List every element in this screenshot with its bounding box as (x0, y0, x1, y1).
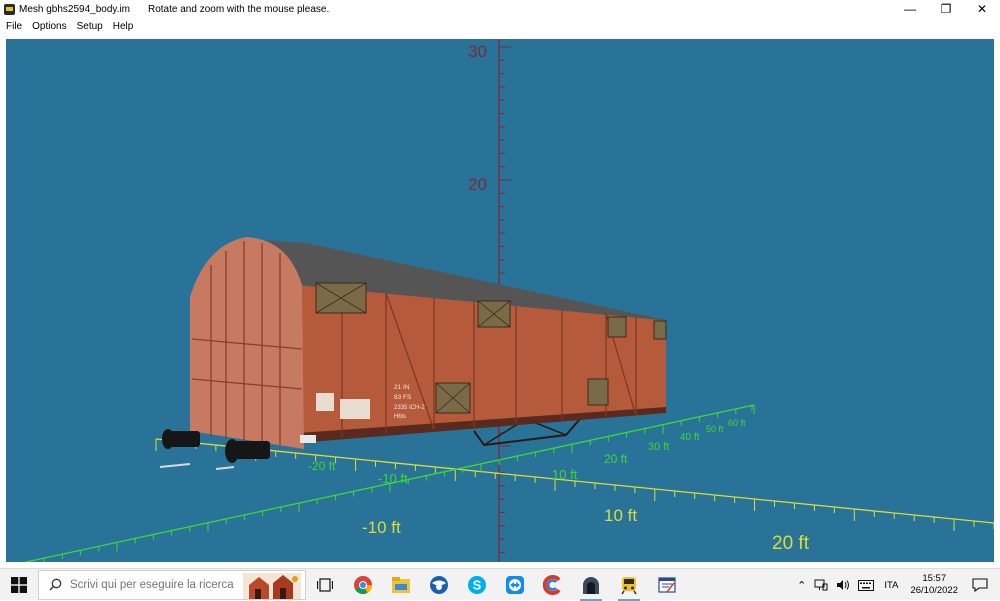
teamviewer-icon (506, 575, 524, 594)
skype-icon: S (468, 575, 486, 594)
taskbar-ccleaner[interactable] (534, 569, 572, 601)
clock-time: 15:57 (922, 573, 947, 584)
minimize-icon: — (904, 2, 916, 16)
wagon-end-face (190, 237, 304, 449)
menu-file[interactable]: File (0, 21, 27, 32)
far-axis-end-marker: y (750, 402, 754, 411)
search-highlight-art-icon (243, 572, 301, 599)
close-icon: ✕ (976, 2, 988, 16)
taskbar-search[interactable] (38, 569, 306, 600)
folder-icon (392, 576, 410, 593)
globe-app-icon (430, 575, 448, 594)
network-icon[interactable] (814, 579, 828, 591)
wagon-marking-3: 2335 ICH-2 (394, 405, 425, 411)
tunnel-app-icon (583, 576, 599, 594)
title-bar: Mesh gbhs2594_body.im Rotate and zoom wi… (0, 0, 1000, 18)
language-indicator[interactable]: ITA (884, 580, 898, 591)
taskbar-editor[interactable] (648, 569, 686, 601)
wagon-marking-4: Hbis (394, 414, 406, 420)
near-label-minus10: -10 ft (362, 518, 401, 537)
far-label-minus10: -10 ft (378, 471, 408, 486)
taskbar-skype[interactable]: S (458, 569, 496, 601)
notification-icon[interactable] (972, 578, 988, 592)
wagon-marking-1: 21 IN (394, 384, 410, 391)
vertical-label-20: 20 (468, 175, 487, 194)
far-label-40: 40 ft (680, 432, 700, 443)
taskbar-mesh-viewer[interactable] (610, 569, 648, 601)
task-view-icon (317, 577, 333, 592)
chevron-up-icon[interactable]: ⌃ (797, 579, 806, 592)
far-label-10: 10 ft (552, 467, 578, 482)
app-icon (4, 3, 15, 15)
far-label-20: 20 ft (604, 452, 628, 466)
near-label-10: 10 ft (604, 506, 637, 525)
taskbar-chrome[interactable] (344, 569, 382, 601)
scene-svg: 30 20 -10 ft 10 ft 20 ft -20 ft -10 ft 1… (25, 39, 994, 562)
taskbar-teamviewer[interactable] (496, 569, 534, 601)
keyboard-icon[interactable] (858, 579, 875, 591)
clock-date: 26/10/2022 (910, 585, 958, 596)
taskbar-app-ball[interactable] (420, 569, 458, 601)
windows-logo-icon (11, 576, 27, 593)
freight-wagon-model: 21 IN 83 FS 2335 ICH-2 Hbis (159, 237, 670, 470)
vertical-label-30: 30 (468, 42, 487, 61)
ccleaner-icon (543, 574, 561, 595)
near-label-20: 20 ft (772, 533, 810, 554)
clock[interactable]: 15:57 26/10/2022 (910, 573, 958, 597)
mesh-viewport[interactable]: 30 20 -10 ft 10 ft 20 ft -20 ft -10 ft 1… (6, 39, 994, 562)
chrome-icon (354, 575, 372, 594)
window-title: Mesh gbhs2594_body.im (19, 3, 130, 15)
menu-options[interactable]: Options (27, 21, 71, 32)
train-app-icon (621, 576, 637, 594)
minimize-button[interactable]: — (892, 0, 928, 18)
far-label-30: 30 ft (648, 441, 669, 453)
system-tray: ⌃ ITA 15:57 26/10/2022 (793, 569, 1000, 601)
menu-help[interactable]: Help (108, 21, 139, 32)
menu-setup[interactable]: Setup (72, 21, 108, 32)
far-label-minus20: -20 ft (308, 459, 336, 473)
restore-icon: ❐ (940, 2, 952, 16)
window-controls: — ❐ ✕ (892, 0, 1000, 18)
editor-app-icon (658, 576, 676, 593)
close-button[interactable]: ✕ (964, 0, 1000, 18)
svg-text:S: S (473, 577, 482, 592)
taskbar: Scrivi qui per eseguire la ricerca S ⌃ I… (0, 568, 1000, 601)
speaker-icon[interactable] (836, 579, 850, 591)
search-input[interactable] (70, 578, 240, 591)
taskbar-file-explorer[interactable] (382, 569, 420, 601)
start-button[interactable] (0, 569, 38, 601)
window-hint: Rotate and zoom with the mouse please. (148, 3, 330, 15)
wagon-marking-2: 83 FS (394, 394, 412, 401)
far-label-60: 60 ft (728, 418, 746, 428)
taskbar-tunnel-app[interactable] (572, 569, 610, 601)
search-icon (49, 578, 62, 591)
far-label-50: 50 ft (706, 424, 724, 434)
menu-bar: File Options Setup Help (0, 18, 1000, 34)
task-view-button[interactable] (306, 569, 344, 601)
restore-button[interactable]: ❐ (928, 0, 964, 18)
